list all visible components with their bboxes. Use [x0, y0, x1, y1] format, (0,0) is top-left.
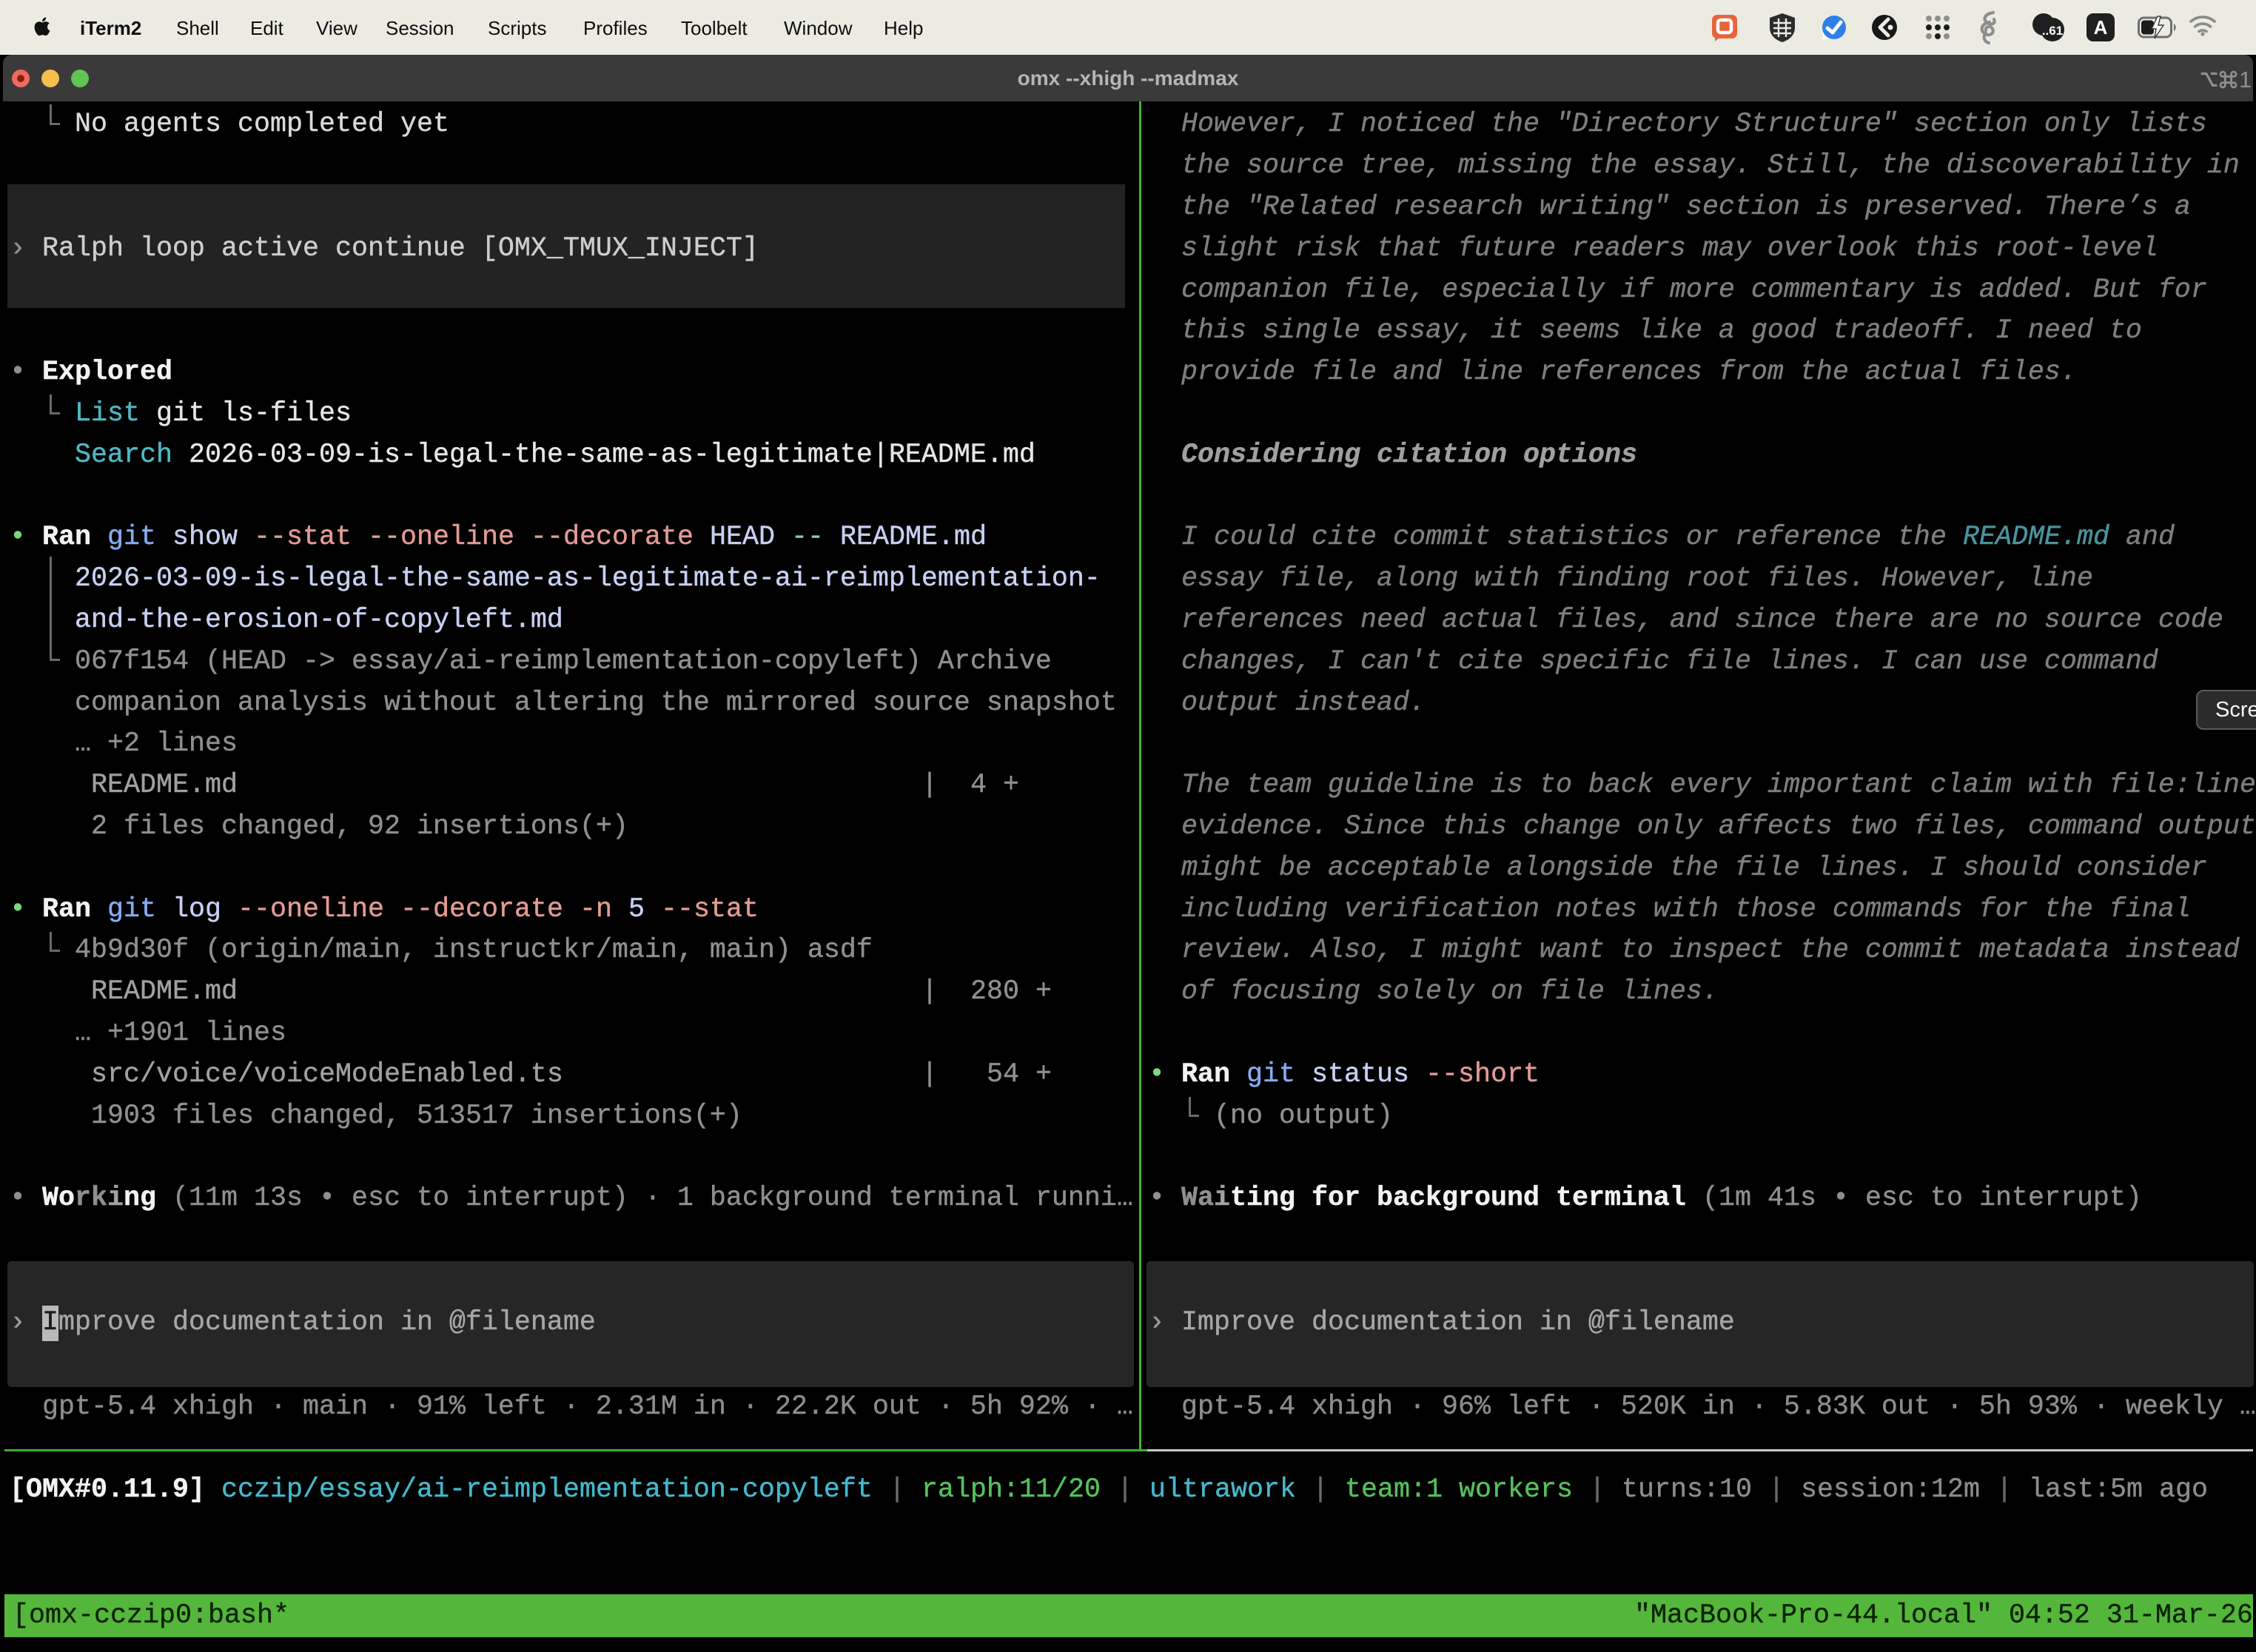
- svg-text:A: A: [2094, 16, 2108, 38]
- svg-text:..61: ..61: [2042, 24, 2063, 38]
